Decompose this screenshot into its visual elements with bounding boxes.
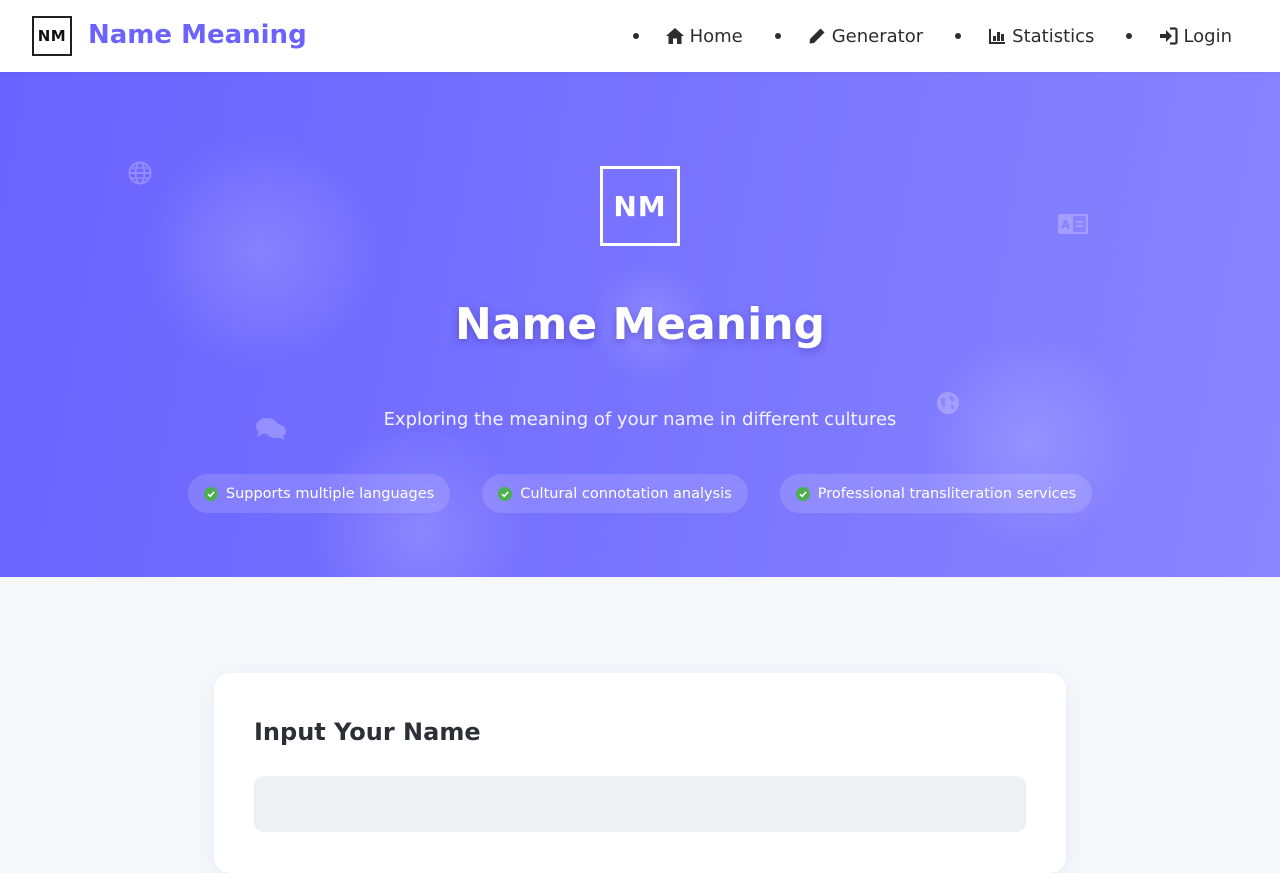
name-input-card: Input Your Name: [214, 673, 1066, 873]
nav-label-statistics: Statistics: [1012, 25, 1095, 47]
nav-item-generator[interactable]: Generator: [774, 25, 924, 47]
decor-blob: [920, 332, 1140, 552]
nav-label-home: Home: [689, 25, 743, 47]
hero-title: Name Meaning: [454, 299, 826, 350]
brand-logo[interactable]: NM: [32, 16, 72, 56]
home-icon: [665, 26, 685, 46]
globe-icon: [128, 161, 152, 189]
list-bullet: [955, 33, 962, 39]
feature-badge: Cultural connotation analysis: [482, 474, 748, 513]
hero-subtitle: Exploring the meaning of your name in di…: [383, 409, 897, 430]
sign-in-icon: [1158, 26, 1178, 46]
feature-badge: Professional transliteration services: [779, 474, 1093, 513]
svg-text:A: A: [1061, 219, 1070, 232]
card-title: Input Your Name: [254, 718, 481, 746]
translate-icon: A: [1058, 214, 1088, 238]
hero-logo: NM: [600, 166, 680, 246]
check-circle-icon: [795, 486, 810, 501]
pencil-icon: [807, 26, 827, 46]
feature-list: Supports multiple languages Cultural con…: [0, 474, 1280, 513]
main-nav: Home Generator Statistics Login: [601, 0, 1232, 72]
nav-item-statistics[interactable]: Statistics: [955, 26, 1094, 47]
list-bullet: [774, 33, 781, 39]
brand-name[interactable]: Name Meaning: [88, 17, 307, 53]
nav-item-home[interactable]: Home: [632, 25, 743, 47]
top-navbar: NM Name Meaning Home Generator Statistic…: [0, 0, 1280, 72]
name-input[interactable]: [254, 776, 1026, 832]
feature-label: Cultural connotation analysis: [520, 485, 732, 502]
check-circle-icon: [203, 486, 218, 501]
feature-label: Supports multiple languages: [225, 485, 435, 502]
list-bullet: [1126, 33, 1133, 39]
nav-item-login[interactable]: Login: [1126, 26, 1232, 47]
list-bullet: [632, 33, 639, 39]
bar-chart-icon: [987, 26, 1007, 46]
nav-label-login: Login: [1183, 25, 1232, 47]
hero-section: A NM Name Meaning Exploring the meaning …: [0, 72, 1280, 577]
check-circle-icon: [498, 486, 513, 501]
feature-badge: Supports multiple languages: [187, 474, 451, 513]
nav-label-generator: Generator: [831, 25, 924, 47]
feature-label: Professional transliteration services: [817, 485, 1077, 502]
